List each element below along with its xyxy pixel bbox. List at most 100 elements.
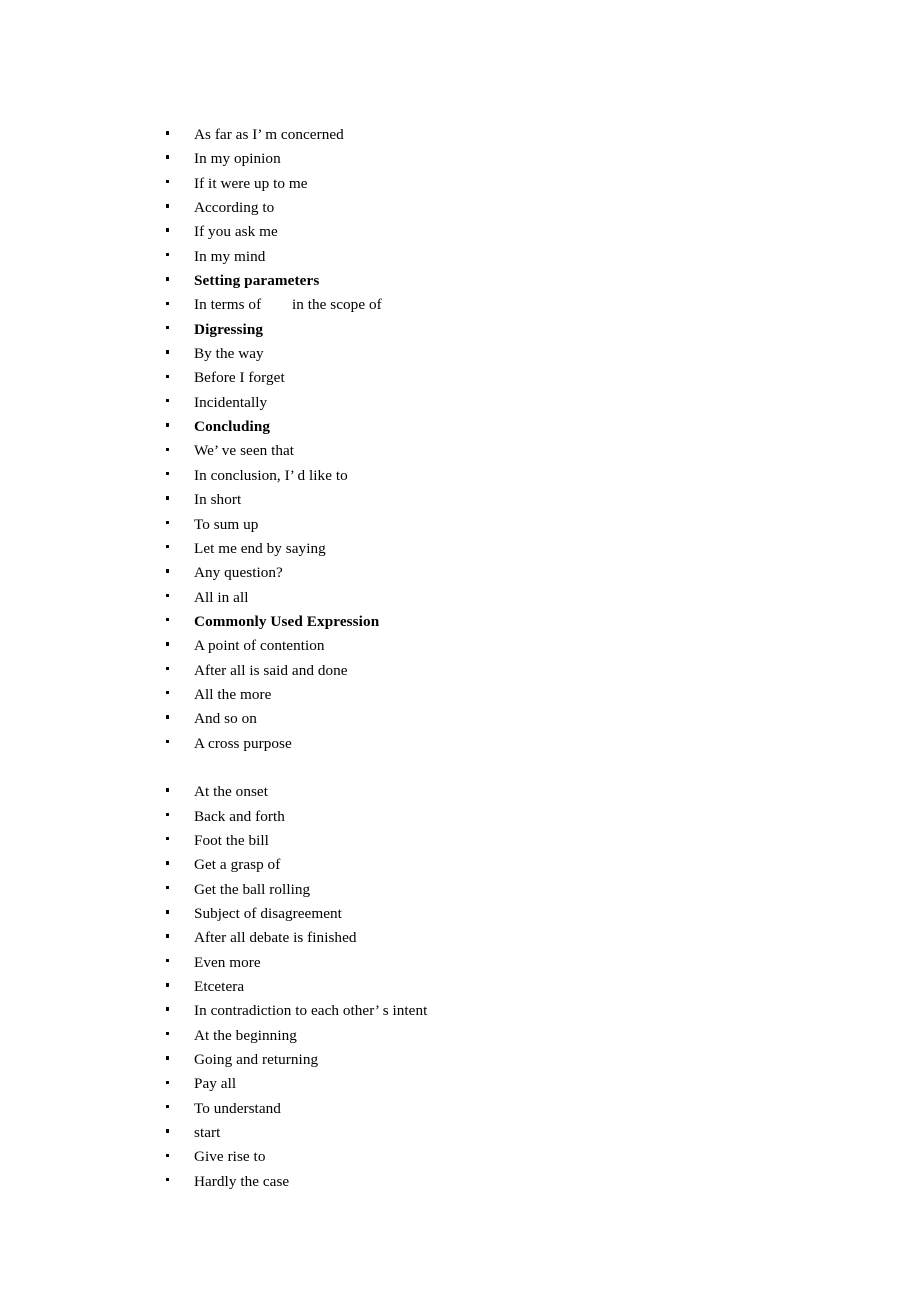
- square-bullet-icon: [166, 220, 174, 244]
- list-item: In short: [0, 488, 920, 512]
- square-bullet-icon: [166, 513, 174, 537]
- list-item-label: Before I forget: [194, 369, 285, 387]
- list-item: And so on: [0, 707, 920, 731]
- list-item: Get a grasp of: [0, 853, 920, 877]
- list-item-label: If it were up to me: [194, 174, 308, 192]
- list-section-heading: Commonly Used Expression: [194, 612, 380, 630]
- list-item-label: To sum up: [194, 515, 259, 533]
- list-item-label: In conclusion, I’ d like to: [194, 466, 348, 484]
- square-bullet-icon: [166, 610, 174, 634]
- square-bullet-icon: [166, 147, 174, 171]
- list-item-label: In contradiction to each other’ s intent: [194, 1002, 428, 1020]
- list-item: Etcetera: [0, 975, 920, 999]
- list-item: We’ ve seen that: [0, 439, 920, 463]
- list-item: Give rise to: [0, 1145, 920, 1169]
- square-bullet-icon: [166, 805, 174, 829]
- list-item: Pay all: [0, 1072, 920, 1096]
- square-bullet-icon: [166, 415, 174, 439]
- list-item-label: Any question?: [194, 564, 283, 582]
- list-item: By the way: [0, 342, 920, 366]
- list-item-label: Going and returning: [194, 1051, 319, 1069]
- square-bullet-icon: [166, 488, 174, 512]
- list-item-label: start: [194, 1124, 221, 1142]
- list-item-label: After all debate is finished: [194, 929, 357, 947]
- list-item: Foot the bill: [0, 829, 920, 853]
- list-item-label: In terms of in the scope of: [194, 296, 382, 314]
- list-section-heading: Concluding: [194, 418, 271, 436]
- square-bullet-icon: [166, 902, 174, 926]
- square-bullet-icon: [166, 245, 174, 269]
- square-bullet-icon: [166, 732, 174, 756]
- list-item: In contradiction to each other’ s intent: [0, 999, 920, 1023]
- square-bullet-icon: [166, 659, 174, 683]
- list-item: All in all: [0, 586, 920, 610]
- square-bullet-icon: [166, 829, 174, 853]
- square-bullet-icon: [166, 999, 174, 1023]
- list-item: All the more: [0, 683, 920, 707]
- list-item-label: At the onset: [194, 783, 268, 801]
- square-bullet-icon: [166, 853, 174, 877]
- list-section-heading: Digressing: [194, 320, 264, 338]
- list-item-label: All in all: [194, 588, 249, 606]
- list-item-label: And so on: [194, 710, 257, 728]
- list-item-label: At the beginning: [194, 1026, 297, 1044]
- list-item-label: In my opinion: [194, 150, 281, 168]
- list-item: A point of contention: [0, 634, 920, 658]
- square-bullet-icon: [166, 366, 174, 390]
- square-bullet-icon: [166, 1145, 174, 1169]
- document-content: As far as I’ m concerned In my opinion If …: [0, 123, 920, 1194]
- list-item-label: All the more: [194, 685, 272, 703]
- list-item-label: Incidentally: [194, 393, 268, 411]
- square-bullet-icon: [166, 1072, 174, 1096]
- list-item-label: A point of contention: [194, 637, 325, 655]
- list-item-label: A cross purpose: [194, 734, 292, 752]
- list-item: At the beginning: [0, 1024, 920, 1048]
- list-item: If you ask me: [0, 220, 920, 244]
- square-bullet-icon: [166, 975, 174, 999]
- list-item: In my opinion: [0, 147, 920, 171]
- list-item-label: Subject of disagreement: [194, 905, 342, 922]
- list-item: According to: [0, 196, 920, 220]
- square-bullet-icon: [166, 1048, 174, 1072]
- list-item: After all is said and done: [0, 659, 920, 683]
- list-item: start: [0, 1121, 920, 1145]
- square-bullet-icon: [166, 1121, 174, 1145]
- list-item-label: After all is said and done: [194, 661, 348, 679]
- document-page: As far as I’ m concerned In my opinion If …: [0, 0, 920, 1302]
- square-bullet-icon: [166, 293, 174, 317]
- square-bullet-icon: [166, 951, 174, 975]
- square-bullet-icon: [166, 318, 174, 342]
- list-item: Let me end by saying: [0, 537, 920, 561]
- square-bullet-icon: [166, 196, 174, 220]
- square-bullet-icon: [166, 780, 174, 804]
- square-bullet-icon: [166, 172, 174, 196]
- list-item: Any question?: [0, 561, 920, 585]
- list-item: Hardly the case: [0, 1170, 920, 1194]
- list-item: Going and returning: [0, 1048, 920, 1072]
- list-item-label: By the way: [194, 345, 264, 363]
- square-bullet-icon: [166, 1170, 174, 1194]
- list-item: After all debate is finished: [0, 926, 920, 950]
- list-item-label: Foot the bill: [194, 831, 269, 849]
- square-bullet-icon: [166, 1024, 174, 1048]
- list-item: Incidentally: [0, 391, 920, 415]
- square-bullet-icon: [166, 561, 174, 585]
- list-item: In terms of in the scope of: [0, 293, 920, 317]
- list-item: Back and forth: [0, 805, 920, 829]
- list-item: Subject of disagreement: [0, 902, 920, 926]
- square-bullet-icon: [166, 926, 174, 950]
- list-item-label: In short: [194, 491, 242, 509]
- expressions-list-primary: As far as I’ m concerned In my opinion If …: [0, 123, 920, 756]
- square-bullet-icon: [166, 586, 174, 610]
- square-bullet-icon: [166, 537, 174, 561]
- list-item-label: Get the ball rolling: [194, 880, 311, 898]
- list-item: In conclusion, I’ d like to: [0, 464, 920, 488]
- list-item-label: We’ ve seen that: [194, 442, 295, 460]
- list-item-label: Let me end by saying: [194, 539, 326, 557]
- square-bullet-icon: [166, 683, 174, 707]
- list-item: Digressing: [0, 318, 920, 342]
- square-bullet-icon: [166, 1097, 174, 1121]
- list-item-label: Hardly the case: [194, 1172, 290, 1190]
- list-item-label: As far as I’ m concerned: [194, 126, 344, 143]
- square-bullet-icon: [166, 464, 174, 488]
